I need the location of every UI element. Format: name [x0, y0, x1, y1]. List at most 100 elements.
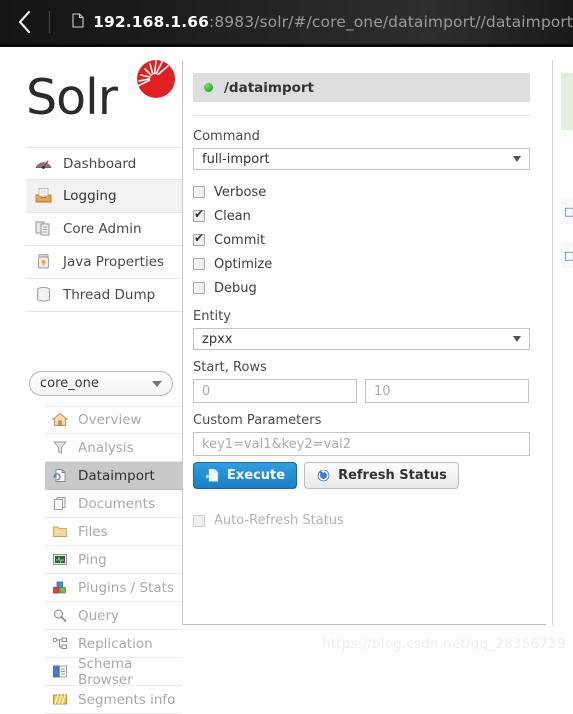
- verbose-checkbox[interactable]: [193, 186, 205, 198]
- import-page-icon: [205, 468, 220, 483]
- dataimport-panel: /dataimport Command full-import Verbose …: [182, 60, 546, 625]
- sidebar-item-ping[interactable]: Ping: [45, 546, 182, 574]
- sidebar-item-logging[interactable]: Logging: [26, 180, 182, 213]
- solr-sunburst-icon: [132, 59, 176, 107]
- nodes-icon: [52, 636, 72, 652]
- bracket-icon: □: [564, 248, 573, 262]
- disk-stack-icon: [34, 286, 56, 304]
- browser-toolbar: 192.168.1.66:8983/solr/#/core_one/dataim…: [0, 0, 573, 44]
- sidebar-item-dashboard[interactable]: Dashboard: [26, 147, 182, 180]
- sidebar-item-label: Replication: [78, 635, 153, 652]
- chevron-down-icon: [152, 380, 162, 387]
- url-host: 192.168.1.66: [93, 13, 210, 31]
- clean-checkbox[interactable]: [193, 208, 205, 222]
- verbose-label: Verbose: [214, 184, 267, 200]
- watermark: https://blog.csdn.net/qq_28356739: [322, 636, 566, 652]
- import-page-icon: [52, 468, 72, 484]
- commit-checkbox[interactable]: [193, 232, 205, 246]
- panel-header: /dataimport: [193, 73, 530, 102]
- solr-wordmark: Solr: [26, 69, 118, 126]
- sidebar-item-plugins-stats[interactable]: Plugins / Stats: [45, 574, 182, 602]
- sidebar-item-label: Core Admin: [63, 221, 142, 237]
- sidebar-item-dataimport[interactable]: Dataimport: [45, 462, 182, 490]
- sidebar-item-label: Analysis: [78, 439, 134, 456]
- command-select[interactable]: full-import: [193, 148, 530, 170]
- debug-checkbox[interactable]: [193, 282, 205, 294]
- solr-logo[interactable]: Solr: [26, 59, 176, 131]
- rows-placeholder: 10: [374, 383, 391, 399]
- sidebar-item-segments-info[interactable]: Segments info: [45, 686, 182, 714]
- sidebar-item-label: Segments info: [78, 691, 176, 708]
- sidebar-main-nav: Dashboard Logging Core Admin Java Proper…: [26, 147, 182, 312]
- sidebar-item-core-admin[interactable]: Core Admin: [26, 213, 182, 246]
- auto-refresh-checkbox[interactable]: [193, 514, 205, 527]
- jar-icon: [34, 253, 56, 271]
- sidebar-item-label: Overview: [78, 412, 142, 428]
- sidebar-item-label: Query: [78, 607, 120, 624]
- sidebar-item-replication[interactable]: Replication: [45, 630, 182, 658]
- refresh-status-button[interactable]: Refresh Status: [304, 462, 459, 489]
- sidebar-item-label: Ping: [78, 551, 107, 568]
- sidebar-item-files[interactable]: Files: [45, 518, 182, 546]
- entity-label: Entity: [193, 309, 231, 324]
- page-title: /dataimport: [224, 79, 315, 96]
- page-icon: [72, 12, 84, 32]
- execute-label: Execute: [227, 468, 286, 483]
- sidebar: Solr Dashboard Logging Core Admin Java P…: [0, 47, 182, 714]
- list-item[interactable]: □: [561, 198, 573, 224]
- debug-checkbox-row[interactable]: Debug: [193, 276, 530, 300]
- dataimport-form: Command full-import Verbose Clean Commit…: [193, 129, 530, 528]
- back-button[interactable]: [0, 0, 49, 44]
- execute-button[interactable]: Execute: [193, 462, 298, 489]
- sidebar-item-label: Plugins / Stats: [78, 579, 174, 596]
- sidebar-item-analysis[interactable]: Analysis: [45, 434, 182, 462]
- auto-refresh-label: Auto-Refresh Status: [214, 513, 344, 528]
- sidebar-item-documents[interactable]: Documents: [45, 490, 182, 518]
- segments-icon: [52, 692, 72, 708]
- entity-select[interactable]: zpxx: [193, 328, 530, 350]
- home-icon: [51, 412, 72, 428]
- start-rows-label: Start, Rows: [193, 360, 267, 375]
- chevron-down-icon: [513, 156, 521, 162]
- sidebar-item-overview[interactable]: Overview: [45, 406, 182, 434]
- commit-checkbox-row[interactable]: Commit: [193, 228, 530, 252]
- chevron-left-icon: [17, 9, 33, 35]
- inbox-tray-icon: [34, 187, 56, 205]
- debug-label: Debug: [214, 280, 257, 296]
- start-placeholder: 0: [202, 383, 211, 399]
- custom-parameters-placeholder: key1=val1&key2=val2: [202, 436, 352, 452]
- page-body: Solr Dashboard Logging Core Admin Java P…: [0, 47, 573, 714]
- optimize-checkbox-row[interactable]: Optimize: [193, 252, 530, 276]
- sidebar-item-query[interactable]: Query: [45, 602, 182, 630]
- folder-icon: [52, 524, 72, 540]
- clean-checkbox-row[interactable]: Clean: [193, 204, 530, 228]
- sidebar-item-label: Dashboard: [63, 155, 137, 172]
- bracket-icon: □: [564, 204, 573, 218]
- refresh-status-label: Refresh Status: [338, 468, 447, 483]
- optimize-checkbox[interactable]: [193, 258, 205, 270]
- start-rows-inputs: 0 10: [193, 379, 530, 403]
- entity-value: zpxx: [202, 331, 233, 347]
- monitor-pulse-icon: [52, 552, 72, 568]
- sidebar-item-thread-dump[interactable]: Thread Dump: [26, 279, 182, 312]
- chevron-down-icon: [513, 336, 521, 342]
- sidebar-item-label: Documents: [78, 495, 155, 512]
- custom-parameters-input[interactable]: key1=val1&key2=val2: [193, 432, 530, 456]
- magnifier-icon: [52, 608, 72, 624]
- core-selector-value: core_one: [40, 376, 99, 391]
- address-bar[interactable]: 192.168.1.66:8983/solr/#/core_one/dataim…: [72, 12, 573, 32]
- clean-label: Clean: [214, 208, 251, 224]
- sidebar-item-schema-browser[interactable]: Schema Browser: [45, 655, 182, 688]
- verbose-checkbox-row[interactable]: Verbose: [193, 180, 530, 204]
- rows-input[interactable]: 10: [365, 379, 529, 403]
- core-selector[interactable]: core_one: [29, 371, 173, 396]
- sidebar-item-java-properties[interactable]: Java Properties: [26, 246, 182, 279]
- status-success-banner: [561, 73, 573, 130]
- url-path: :8983/solr/#/core_one/dataimport//dataim…: [209, 13, 573, 31]
- auto-refresh-row[interactable]: Auto-Refresh Status: [193, 513, 530, 528]
- funnel-icon: [52, 440, 72, 456]
- start-input[interactable]: 0: [193, 379, 357, 403]
- list-item[interactable]: □: [561, 242, 573, 268]
- sidebar-item-label: Logging: [63, 188, 117, 204]
- sidebar-item-label: Schema Browser: [78, 655, 133, 688]
